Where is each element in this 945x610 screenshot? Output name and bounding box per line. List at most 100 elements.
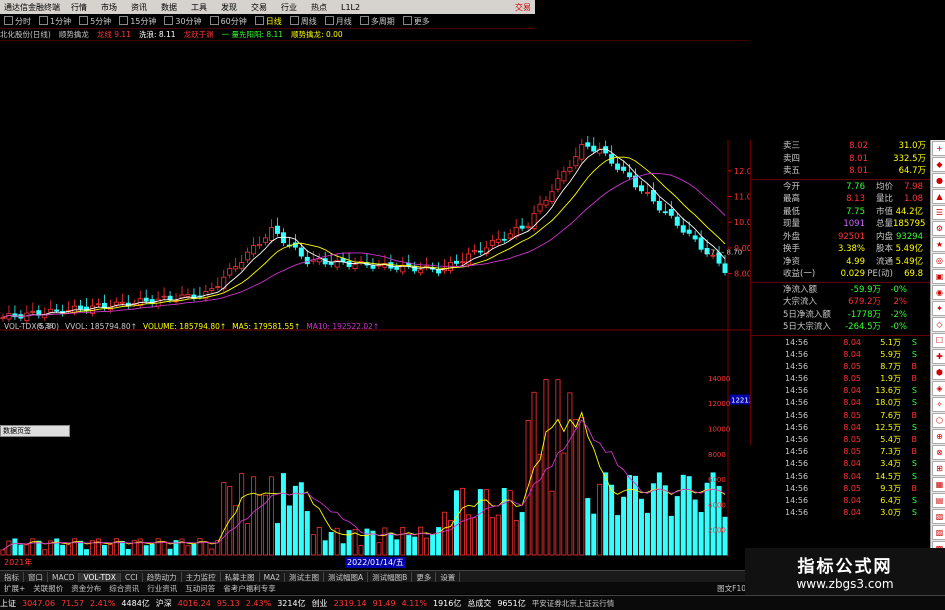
period-7[interactable]: 周线	[286, 15, 321, 27]
period-0[interactable]: 分时	[0, 15, 35, 27]
menu-item-trade[interactable]: 交易	[244, 2, 274, 13]
period-1[interactable]: 1分钟	[35, 15, 75, 27]
menu-item-data[interactable]: 数据	[154, 2, 184, 13]
side-tool-icon[interactable]: ⊕	[932, 429, 945, 444]
trade-time: 14:56	[785, 483, 809, 493]
vol-tick-label: 12000	[708, 400, 730, 408]
side-tool-icon[interactable]: ✚	[932, 349, 945, 364]
side-tool-icon[interactable]: ⚙	[932, 221, 945, 236]
kline-chart[interactable]: 12.0011.0010.009.008.006.388.71 - 8.7014…	[0, 40, 750, 557]
period-6[interactable]: 日线	[251, 15, 286, 27]
indicator-tab[interactable]: 趋势动力	[143, 571, 182, 583]
strip-item[interactable]: 综合资讯	[105, 583, 143, 594]
period-9[interactable]: 多周期	[356, 15, 399, 27]
side-tool-icon[interactable]: ⊗	[932, 445, 945, 460]
indicator-tab[interactable]: 设置	[436, 571, 461, 583]
side-tool-icon[interactable]: ◎	[932, 253, 945, 268]
indicator-tab[interactable]: 测试主图	[285, 571, 325, 583]
strip-item[interactable]: 行业资讯	[143, 583, 181, 594]
period-3[interactable]: 15分钟	[115, 15, 160, 27]
strip-item[interactable]: 省考户福利专享	[219, 583, 280, 594]
menu-item-hot[interactable]: 热点	[304, 2, 334, 13]
trade-direction: S	[911, 495, 917, 505]
trade-price: 8.05	[843, 361, 861, 371]
side-tool-icon[interactable]: ◈	[932, 381, 945, 396]
candle-body	[555, 178, 561, 190]
stat-value: 7.76	[846, 181, 865, 192]
trade-row: 14:56 8.05 7.3万 B	[751, 446, 931, 458]
indicator-tab[interactable]: 私募主图	[221, 571, 260, 583]
side-tool-icon[interactable]: ▧	[932, 509, 945, 524]
indicator-tab[interactable]: MACD	[48, 572, 80, 582]
side-tool-icon[interactable]: ⬡	[932, 413, 945, 428]
side-tool-icon[interactable]: ▣	[932, 269, 945, 284]
flow-row: 5日净流入额 -1778万 -2%	[751, 309, 931, 322]
side-tool-icon[interactable]: ●	[932, 173, 945, 188]
hs-index-pct: 2.43%	[245, 598, 272, 608]
side-tool-icon[interactable]: ◆	[932, 157, 945, 172]
indicator-tab[interactable]: 测试幅图A	[324, 571, 369, 583]
indicator-tab[interactable]: 主力监控	[182, 571, 221, 583]
side-tool-icon[interactable]: ☐	[932, 333, 945, 348]
strip-item[interactable]: 互动问答	[181, 583, 219, 594]
side-tool-icon[interactable]: ▲	[932, 189, 945, 204]
side-tool-icon[interactable]: ☰	[932, 205, 945, 220]
stat-label: 今开	[783, 181, 801, 192]
stat-value-2: 7.98	[904, 181, 923, 192]
side-tool-icon[interactable]: ◇	[932, 317, 945, 332]
candle-body	[54, 309, 60, 312]
indicator-tab[interactable]: MA2	[260, 572, 286, 582]
flow-pct: 2%	[893, 297, 908, 307]
ask-row: 卖三 8.02 31.0万	[751, 140, 931, 153]
side-tool-icon[interactable]: ▦	[932, 477, 945, 492]
volume-bar	[78, 540, 84, 556]
strip-item[interactable]: 扩展+	[0, 583, 29, 594]
side-tool-icon[interactable]: ▤	[932, 493, 945, 508]
side-tool-icon[interactable]: +	[932, 141, 945, 156]
candle-body	[561, 171, 567, 182]
trade-menu-right[interactable]: 交易	[515, 2, 535, 13]
side-tool-icon[interactable]: ◉	[932, 285, 945, 300]
menu-item-industry[interactable]: 行业	[274, 2, 304, 13]
menu-item-l1l2[interactable]: L1L2	[334, 3, 367, 12]
side-tool-icon[interactable]: ⬢	[932, 365, 945, 380]
flow-row: 5日大宗流入 -264.5万 -0%	[751, 321, 931, 334]
period-4[interactable]: 30分钟	[160, 15, 205, 27]
side-tool-icon[interactable]: ★	[932, 237, 945, 252]
indicator-tab[interactable]: 窗口	[24, 571, 48, 583]
menu-item-news[interactable]: 资讯	[124, 2, 154, 13]
trade-volume: 14.5万	[875, 471, 901, 481]
trade-row: 14:56 8.05 8.7万 B	[751, 361, 931, 373]
period-label: 15分钟	[130, 16, 157, 26]
menu-item-tools[interactable]: 工具	[184, 2, 214, 13]
side-tool-icon[interactable]: ✦	[932, 301, 945, 316]
stat-label-2: PE(动)	[867, 269, 893, 279]
period-5[interactable]: 60分钟	[206, 15, 251, 27]
side-tool-icon[interactable]: ✧	[932, 397, 945, 412]
period-10[interactable]: 更多	[399, 15, 434, 27]
candle-body	[656, 200, 662, 211]
side-tool-icon[interactable]: ▨	[932, 525, 945, 540]
menu-item-market[interactable]: 市场	[94, 2, 124, 13]
menu-item-discover[interactable]: 发现	[214, 2, 244, 13]
indicator-tab[interactable]: 测试幅图B	[368, 571, 413, 583]
stat-value-2: 44.2亿	[895, 206, 923, 217]
data-tab-button[interactable]: 数据页签	[0, 425, 70, 437]
side-tool-icon[interactable]: ⊞	[932, 461, 945, 476]
indicator-tab[interactable]: CCI	[121, 572, 143, 582]
indicator-tab[interactable]: 更多	[412, 571, 437, 583]
trade-volume: 3.0万	[880, 508, 901, 518]
flow-value: -1778万	[847, 309, 881, 320]
menu-item-quotes[interactable]: 行情	[64, 2, 94, 13]
strip-item[interactable]: 资金分布	[67, 583, 105, 594]
period-2[interactable]: 5分钟	[75, 15, 115, 27]
indicator-tab[interactable]: VOL-TDX	[79, 572, 121, 582]
stat-value: 3.38%	[837, 244, 865, 254]
candle-body	[644, 192, 650, 194]
candle-body	[543, 199, 549, 206]
candle-body	[454, 260, 459, 264]
period-checkbox	[119, 15, 129, 25]
period-8[interactable]: 月线	[321, 15, 356, 27]
strip-item[interactable]: 关联报价	[29, 583, 67, 594]
indicator-tab[interactable]: 指标	[0, 571, 24, 583]
